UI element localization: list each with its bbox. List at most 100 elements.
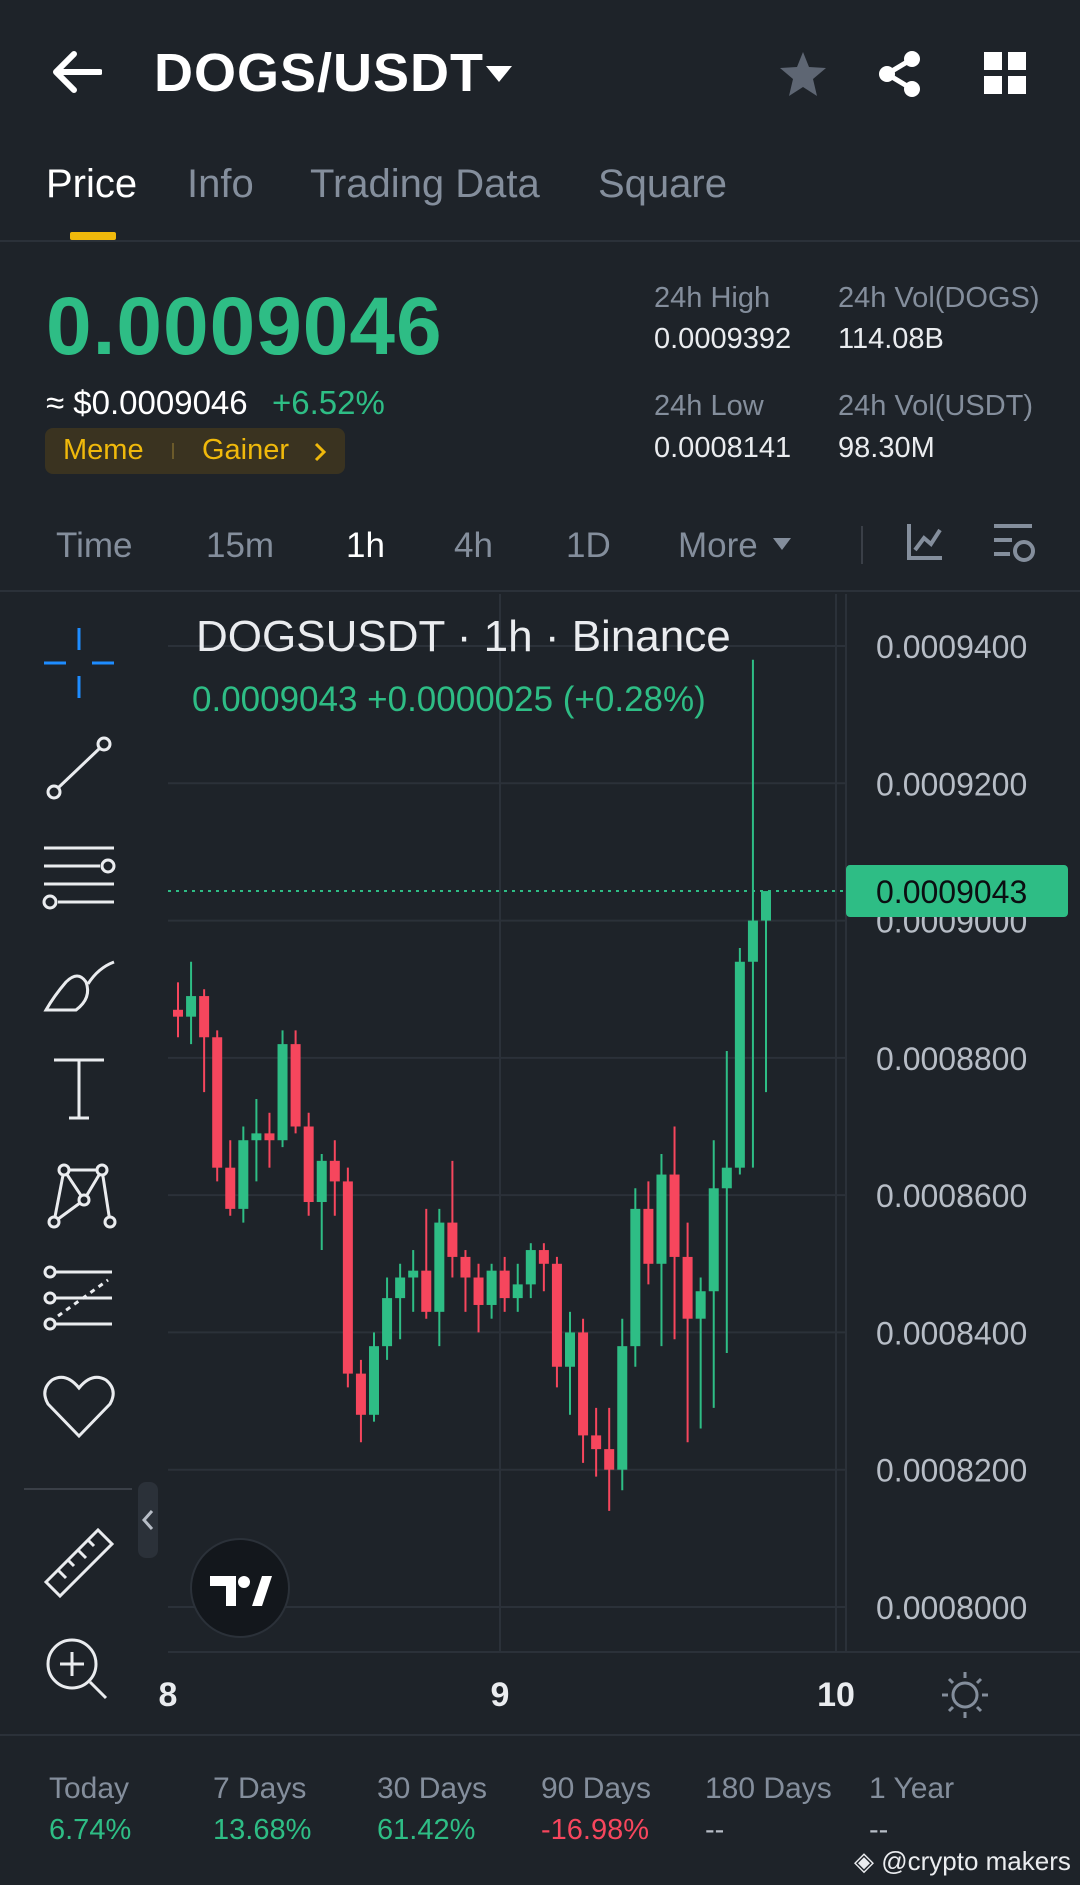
candle-body xyxy=(682,1256,693,1319)
period-label-30d: 30 Days xyxy=(377,1772,488,1805)
text-tool-icon[interactable] xyxy=(36,1044,122,1130)
tf-4h[interactable]: 4h xyxy=(454,526,493,566)
stat-vol-quote-value: 98.30M xyxy=(838,432,935,464)
tab-square[interactable]: Square xyxy=(598,162,727,207)
chevron-right-icon[interactable] xyxy=(313,442,327,462)
candle-body xyxy=(734,961,745,1168)
candle-body xyxy=(251,1133,262,1141)
horizontal-lines-icon[interactable] xyxy=(36,832,122,918)
tab-trading-data[interactable]: Trading Data xyxy=(310,162,540,207)
tab-price[interactable]: Price xyxy=(46,162,137,207)
toolbar-separator xyxy=(861,526,863,564)
period-value-1y: -- xyxy=(869,1814,889,1846)
caret-down-icon[interactable] xyxy=(484,62,514,84)
tf-15m[interactable]: 15m xyxy=(206,526,274,566)
tag-meme[interactable]: Meme xyxy=(63,434,144,467)
period-label-today: Today xyxy=(49,1772,130,1805)
y-tick-label: 0.0008400 xyxy=(876,1315,1027,1351)
stat-vol-quote-label: 24h Vol(USDT) xyxy=(838,390,1034,422)
divider xyxy=(0,1734,1080,1736)
candle-body xyxy=(499,1270,510,1299)
period-value-7d: 13.68% xyxy=(213,1814,312,1846)
current-price-label: 0.0009043 xyxy=(876,874,1027,910)
candle-body xyxy=(565,1332,575,1367)
tradingview-logo[interactable] xyxy=(190,1538,290,1638)
candle-body xyxy=(473,1277,484,1305)
candle-body xyxy=(591,1435,602,1450)
heart-icon[interactable] xyxy=(36,1362,122,1448)
candle-body xyxy=(604,1449,615,1470)
binance-logo-icon: ◈ xyxy=(854,1846,874,1876)
tf-1h[interactable]: 1h xyxy=(346,526,385,566)
candle-body xyxy=(395,1277,406,1299)
candle-body xyxy=(408,1270,419,1278)
candle-body xyxy=(342,1181,353,1374)
y-tick-label: 0.0009200 xyxy=(876,766,1027,802)
active-tab-indicator xyxy=(70,232,116,240)
y-tick-label: 0.0009400 xyxy=(876,629,1027,665)
toolbar-divider xyxy=(24,1488,132,1490)
candle-body xyxy=(512,1284,523,1299)
fib-tool-icon[interactable] xyxy=(36,1256,122,1342)
tf-time[interactable]: Time xyxy=(56,526,132,566)
price-change: +6.52% xyxy=(272,384,385,421)
watermark-text: @crypto makers xyxy=(881,1846,1071,1876)
crosshair-icon[interactable] xyxy=(36,620,122,706)
candle-body xyxy=(290,1044,301,1127)
candle-body xyxy=(264,1133,275,1141)
candle-body xyxy=(225,1167,236,1209)
tf-more[interactable]: More xyxy=(678,526,758,566)
candle-body xyxy=(355,1373,366,1415)
y-tick-label: 0.0009000 xyxy=(876,904,1027,940)
brush-icon[interactable] xyxy=(36,938,122,1024)
top-bar: DOGS/USDT xyxy=(0,0,1080,150)
usd-price: ≈ $0.0009046 xyxy=(46,384,248,421)
period-value-today: 6.74% xyxy=(49,1814,132,1846)
tag-gainer[interactable]: Gainer xyxy=(202,434,289,467)
period-value-30d: 61.42% xyxy=(377,1814,476,1846)
tf-1d[interactable]: 1D xyxy=(566,526,611,566)
candle-body xyxy=(525,1250,536,1285)
tradingview-icon xyxy=(210,1576,272,1606)
candle-body xyxy=(277,1044,288,1141)
candle-body xyxy=(421,1270,432,1312)
period-value-180d: -- xyxy=(705,1814,725,1846)
candle-body xyxy=(761,891,771,921)
zoom-in-icon[interactable] xyxy=(36,1624,122,1710)
chevron-left-icon[interactable] xyxy=(141,1508,155,1532)
indicator-icon[interactable] xyxy=(906,522,944,562)
x-tick-label: 9 xyxy=(491,1676,510,1714)
trend-line-icon[interactable] xyxy=(36,726,122,812)
share-icon[interactable] xyxy=(876,50,924,98)
period-label-90d: 90 Days xyxy=(541,1772,652,1805)
chart-ohlc-line: 0.0009043 +0.0000025 (+0.28%) xyxy=(192,680,706,719)
candle-body xyxy=(186,996,197,1017)
stat-low-value: 0.0008141 xyxy=(654,432,792,464)
candle-body xyxy=(447,1222,458,1257)
stat-high-label: 24h High xyxy=(654,282,771,314)
ruler-icon[interactable] xyxy=(36,1518,122,1604)
chart-brightness-icon[interactable] xyxy=(940,1670,990,1720)
watermark: ◈ @crypto makers xyxy=(854,1846,1071,1877)
candle-body xyxy=(329,1160,340,1182)
y-tick-label: 0.0008600 xyxy=(876,1178,1027,1214)
chart-title: DOGSUSDT · 1h · Binance xyxy=(196,612,731,661)
grid-menu-icon[interactable] xyxy=(984,52,1026,94)
candle-body xyxy=(212,1037,223,1168)
candle-body xyxy=(721,1167,732,1189)
x-tick-label: 10 xyxy=(817,1676,855,1714)
back-arrow-icon[interactable] xyxy=(50,50,102,94)
candle-body xyxy=(551,1263,562,1367)
candle-body xyxy=(303,1126,314,1203)
candle-body xyxy=(369,1346,379,1415)
caret-down-icon[interactable] xyxy=(771,536,793,552)
pair-title[interactable]: DOGS/USDT xyxy=(154,42,484,104)
chart-settings-icon[interactable] xyxy=(992,522,1038,566)
divider xyxy=(0,590,1080,592)
candle-body xyxy=(578,1332,589,1436)
tab-info[interactable]: Info xyxy=(187,162,254,207)
pattern-tool-icon[interactable] xyxy=(36,1150,122,1236)
star-icon[interactable] xyxy=(778,50,828,98)
stat-vol-base-label: 24h Vol(DOGS) xyxy=(838,282,1040,314)
candle-body xyxy=(669,1174,680,1257)
